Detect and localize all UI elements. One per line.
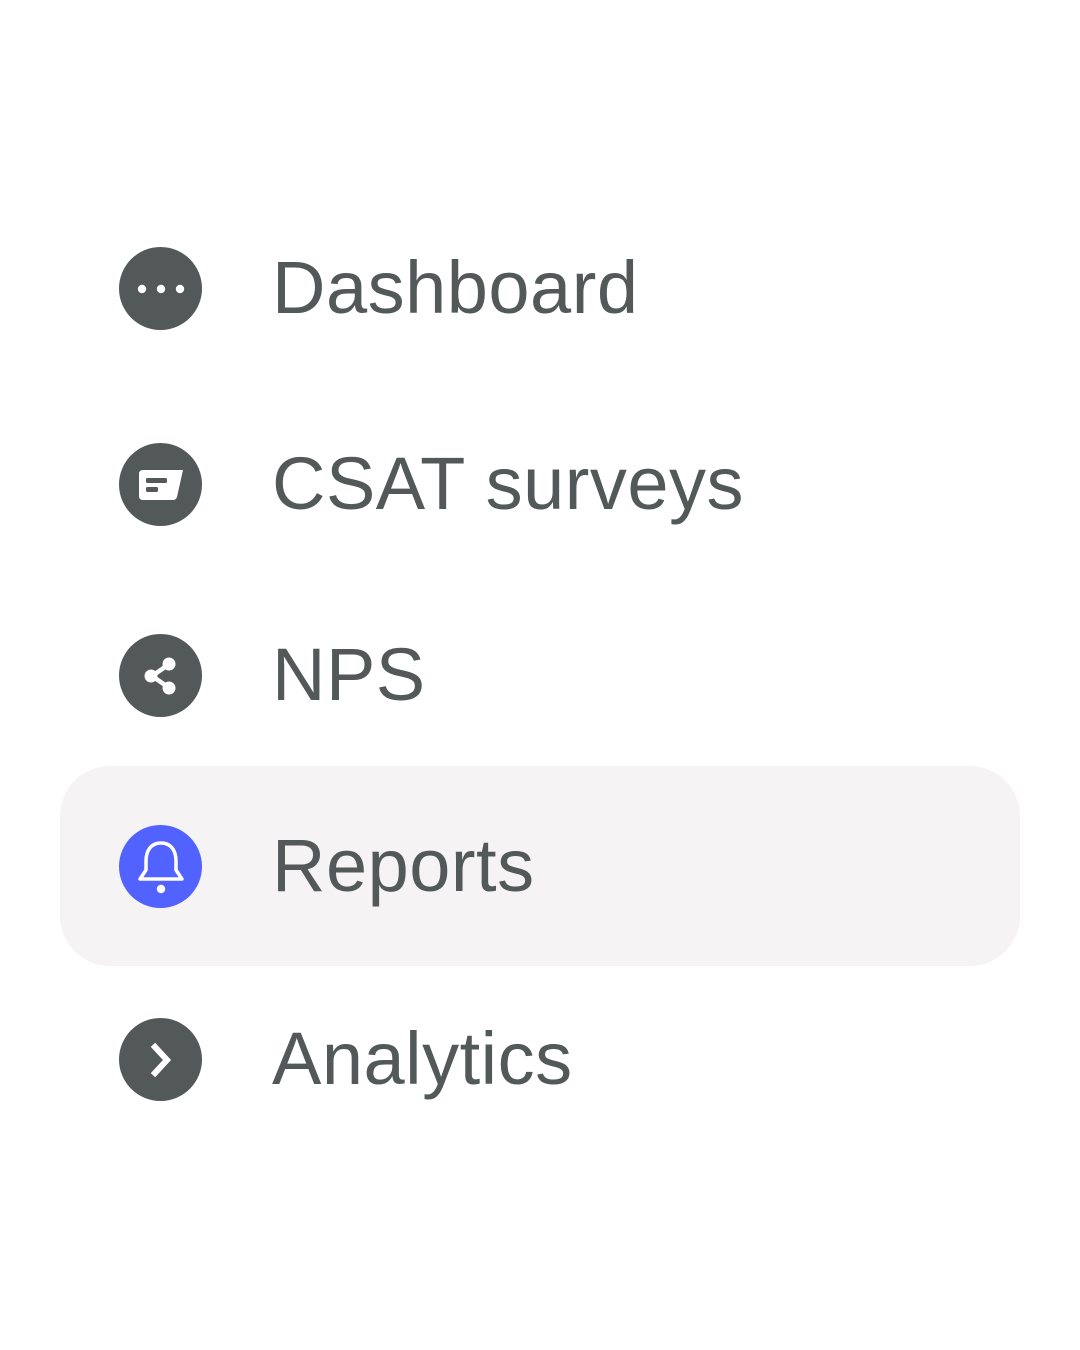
nav-item-label: NPS (272, 633, 426, 716)
bell-icon (119, 825, 202, 908)
nav-item-label: CSAT surveys (272, 442, 745, 525)
nav-item-label: Reports (272, 824, 535, 907)
share-icon (119, 634, 202, 717)
nav-item-nps[interactable]: NPS (60, 575, 1020, 775)
nav-item-dashboard[interactable]: Dashboard (60, 188, 1020, 388)
chevron-right-icon (119, 1018, 202, 1101)
nav-item-csat-surveys[interactable]: CSAT surveys (60, 384, 1020, 584)
nav-item-label: Analytics (272, 1017, 573, 1100)
message-card-icon (119, 443, 202, 526)
nav-item-analytics[interactable]: Analytics (60, 959, 1020, 1159)
more-dots-icon (119, 247, 202, 330)
nav-item-label: Dashboard (272, 246, 639, 329)
sidebar-nav: Dashboard CSAT surveys NPS Reports Analy… (0, 0, 1080, 1350)
nav-item-reports[interactable]: Reports (60, 766, 1020, 966)
